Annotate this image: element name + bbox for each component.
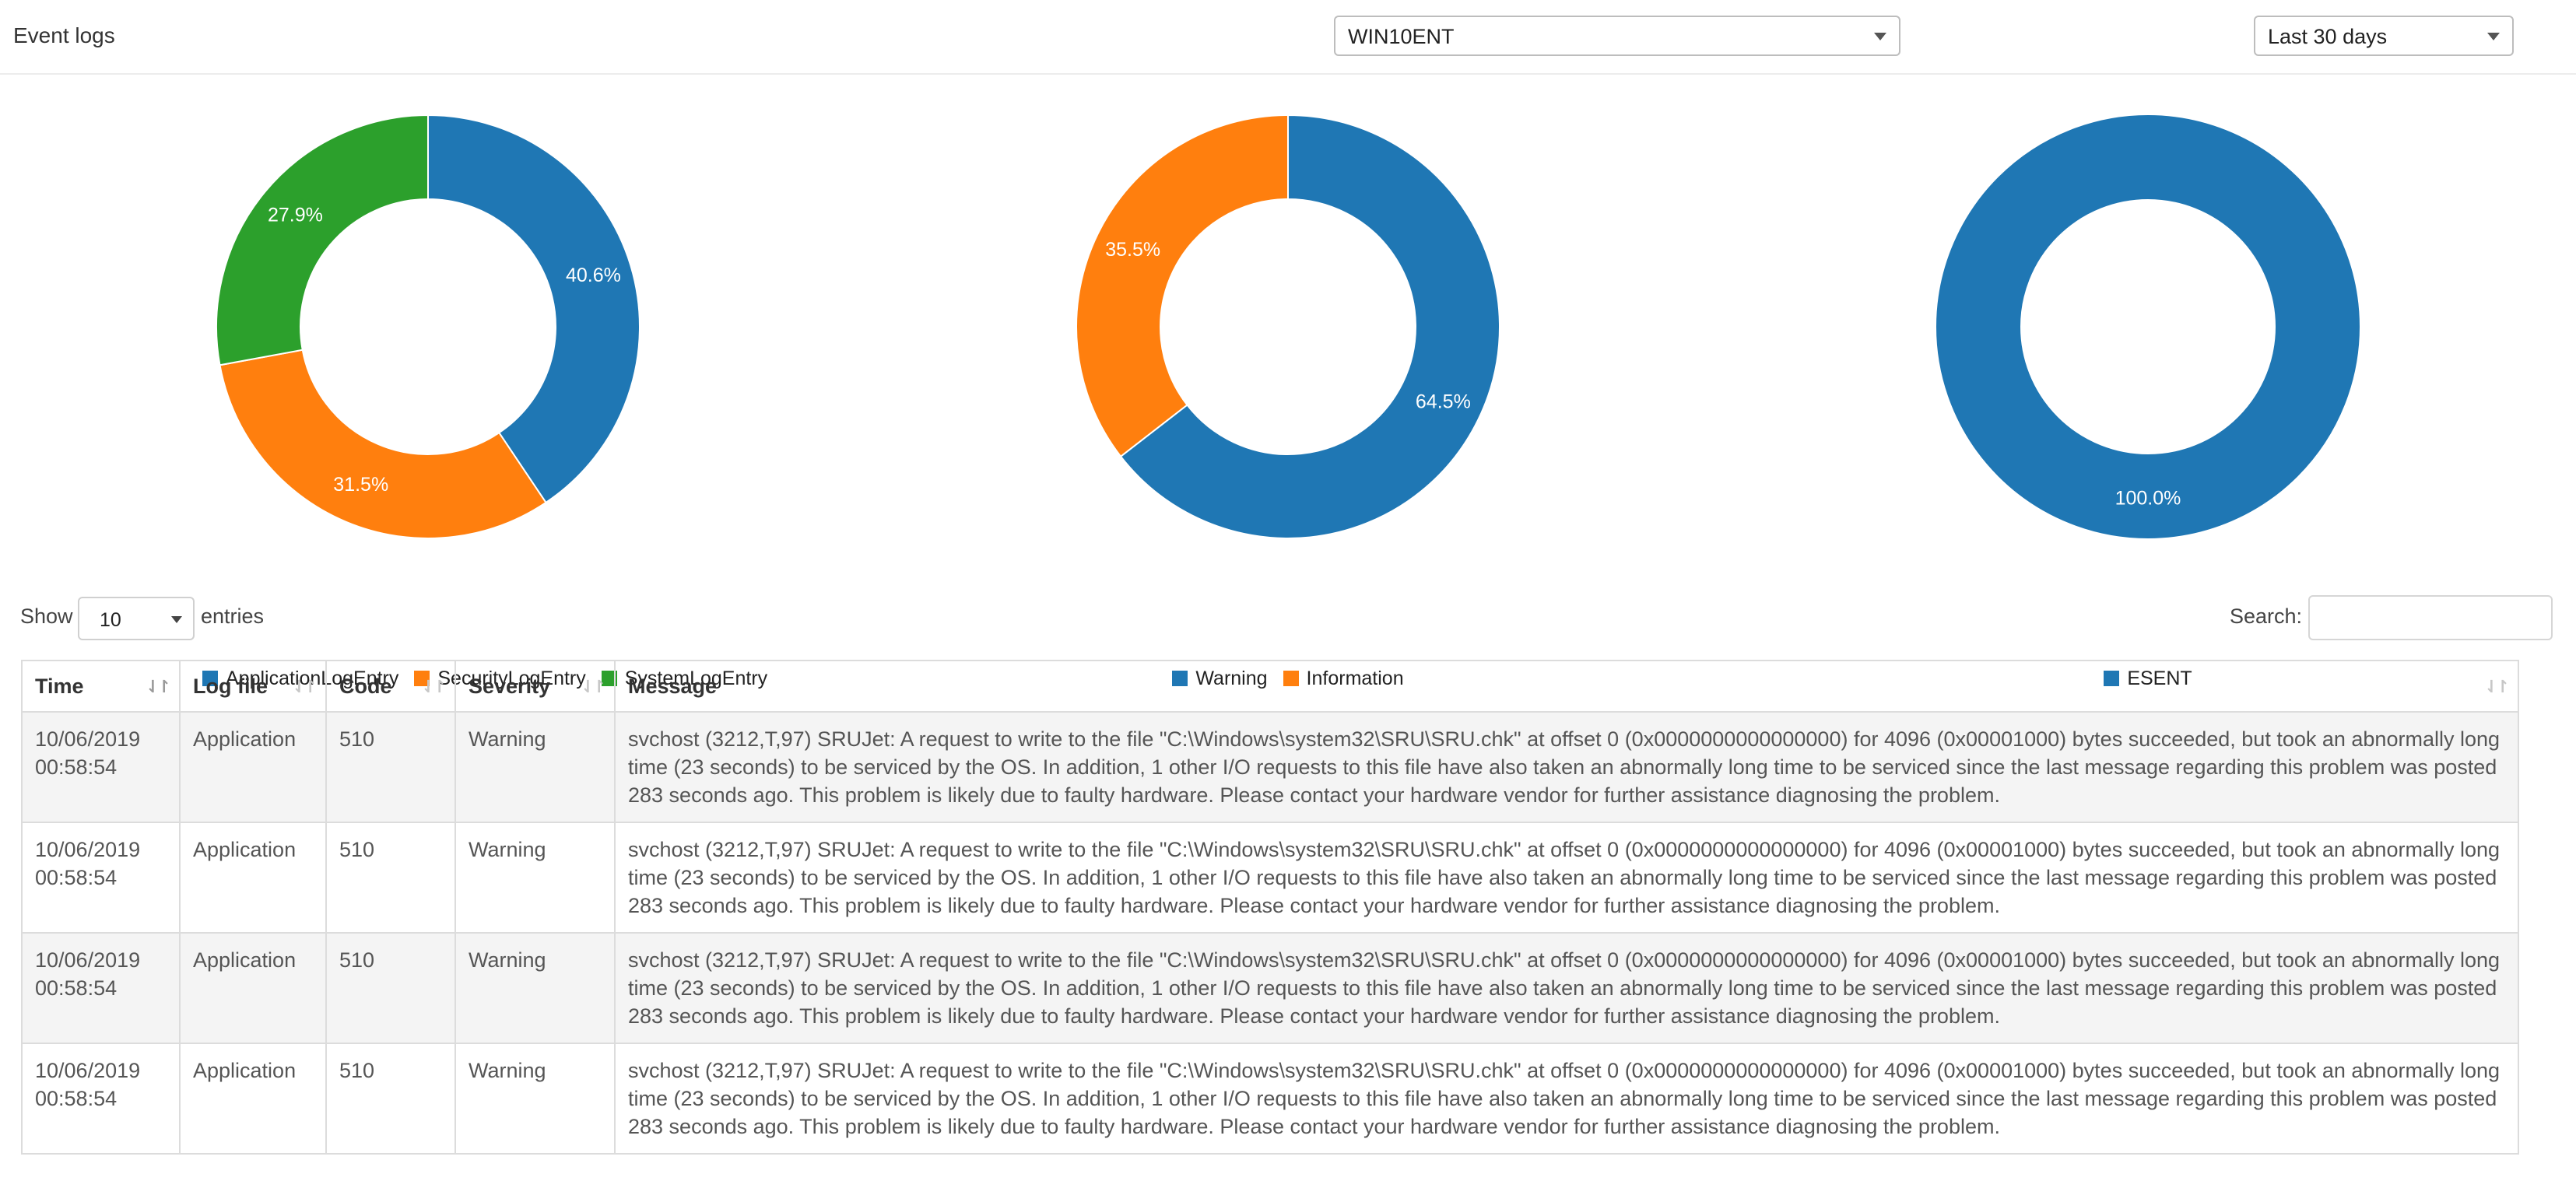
slice-value-label: 64.5% [1416, 391, 1471, 412]
column-header-code[interactable]: Code ⇃↾ [325, 660, 456, 713]
search-label: Search: [2230, 605, 2303, 628]
column-header-label: Time [35, 674, 84, 698]
time-cell: 10/06/2019 00:58:54 [21, 822, 181, 934]
chevron-down-icon [2487, 33, 2500, 40]
log-file-cell: Application [179, 1043, 327, 1155]
severity-cell: Warning [454, 1043, 616, 1155]
entries-per-page-value: 10 [100, 609, 121, 631]
sort-icon: ⇃↾ [581, 677, 606, 696]
column-header-label: Code [339, 674, 392, 698]
table-row: 10/06/2019 00:58:54 Application 510 Warni… [21, 822, 2519, 934]
code-cell: 510 [325, 822, 456, 934]
slice-value-label: 31.5% [333, 474, 388, 496]
message-cell: svchost (3212,T,97) SRUJet: A request to… [614, 822, 2519, 934]
chevron-down-icon [171, 616, 182, 623]
donut-slice-systemlogentry[interactable] [216, 114, 429, 366]
log-file-cell: Application [179, 822, 327, 934]
time-date: 10/06/2019 [35, 727, 141, 751]
severity-cell: Warning [454, 711, 616, 823]
donut-slice-esent[interactable] [1936, 115, 2360, 538]
time-date: 10/06/2019 [35, 838, 141, 861]
donut-svg: 100.0% [1936, 115, 2360, 538]
message-cell: svchost (3212,T,97) SRUJet: A request to… [614, 711, 2519, 823]
show-label: Show [20, 605, 73, 628]
message-cell: svchost (3212,T,97) SRUJet: A request to… [614, 932, 2519, 1044]
donut-svg: 64.5% 35.5% [1076, 114, 1500, 539]
time-cell: 10/06/2019 00:58:54 [21, 1043, 181, 1155]
event-log-table: Time ⇃↾ Log file ⇃↾ Code ⇃↾ Severity ⇃↾ Mess… [21, 660, 2519, 1155]
severity-cell: Warning [454, 932, 616, 1044]
date-range-value: Last 30 days [2268, 25, 2388, 48]
slice-value-label: 35.5% [1105, 239, 1160, 261]
donut-slice-information[interactable] [1076, 114, 1289, 458]
message-cell: svchost (3212,T,97) SRUJet: A request to… [614, 1043, 2519, 1155]
slice-value-label: 100.0% [2115, 488, 2181, 510]
sort-icon: ⇃↾ [292, 677, 318, 696]
code-cell: 510 [325, 932, 456, 1044]
column-header-severity[interactable]: Severity ⇃↾ [454, 660, 616, 713]
time-date: 10/06/2019 [35, 1059, 141, 1082]
column-header-label: Log file [193, 674, 268, 698]
table-row: 10/06/2019 00:58:54 Application 510 Warni… [21, 711, 2519, 823]
time-clock: 00:58:54 [35, 866, 118, 889]
column-header-message[interactable]: Message ⇃↾ [614, 660, 2519, 713]
top-bar: Event logs WIN10ENT Last 30 days [0, 0, 2576, 75]
code-cell: 510 [325, 711, 456, 823]
slice-value-label: 27.9% [268, 205, 323, 226]
host-select-value: WIN10ENT [1348, 25, 1455, 48]
log-file-donut-chart: 40.6% 31.5% 27.9% ApplicationLogEntry Secur… [195, 109, 767, 689]
column-header-time[interactable]: Time ⇃↾ [21, 660, 181, 713]
severity-cell: Warning [454, 822, 616, 934]
code-cell: 510 [325, 1043, 456, 1155]
date-range-select[interactable]: Last 30 days [2254, 16, 2514, 56]
sort-icon: ⇃↾ [2484, 677, 2510, 696]
time-date: 10/06/2019 [35, 948, 141, 972]
log-file-cell: Application [179, 711, 327, 823]
page-title: Event logs [13, 23, 115, 47]
column-header-label: Severity [469, 674, 551, 698]
donut-slice-securitylogentry[interactable] [219, 349, 547, 539]
host-select[interactable]: WIN10ENT [1334, 16, 1900, 56]
time-clock: 00:58:54 [35, 976, 118, 1000]
donut-svg: 40.6% 31.5% 27.9% [216, 114, 640, 539]
column-header-label: Message [628, 674, 718, 698]
column-header-log-file[interactable]: Log file ⇃↾ [179, 660, 327, 713]
chevron-down-icon [1874, 33, 1886, 40]
time-clock: 00:58:54 [35, 755, 118, 779]
source-donut-chart: 100.0% ESENT [1914, 109, 2381, 689]
donut-slice-applicationlogentry[interactable] [427, 114, 640, 504]
table-header-row: Time ⇃↾ Log file ⇃↾ Code ⇃↾ Severity ⇃↾ Mess… [21, 660, 2519, 713]
table-row: 10/06/2019 00:58:54 Application 510 Warni… [21, 932, 2519, 1044]
time-clock: 00:58:54 [35, 1087, 118, 1110]
sort-descending-icon: ⇃↾ [146, 677, 171, 696]
entries-label: entries [201, 605, 265, 628]
table-row: 10/06/2019 00:58:54 Application 510 Warni… [21, 1043, 2519, 1155]
time-cell: 10/06/2019 00:58:54 [21, 932, 181, 1044]
entries-per-page-select[interactable]: 10 [78, 597, 195, 640]
time-cell: 10/06/2019 00:58:54 [21, 711, 181, 823]
log-file-cell: Application [179, 932, 327, 1044]
slice-value-label: 40.6% [566, 265, 621, 286]
search-input[interactable] [2308, 595, 2553, 640]
sort-icon: ⇃↾ [421, 677, 447, 696]
severity-donut-chart: 64.5% 35.5% Warning Information [1055, 109, 1521, 689]
